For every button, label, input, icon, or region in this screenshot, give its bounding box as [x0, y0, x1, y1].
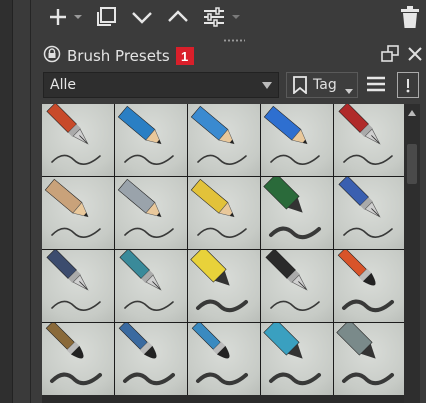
preset-thumbnail[interactable]: [188, 104, 260, 176]
chevron-down-icon: [345, 89, 353, 94]
select-value: Alle: [50, 77, 76, 93]
preset-thumbnail[interactable]: [334, 177, 404, 249]
preset-thumbnail[interactable]: [261, 177, 333, 249]
preset-thumbnail[interactable]: [188, 323, 260, 395]
hamburger-menu-icon[interactable]: [365, 74, 387, 98]
scroll-up-icon[interactable]: [408, 110, 416, 116]
preset-thumbnail[interactable]: [115, 104, 187, 176]
chevron-small-icon[interactable]: [229, 2, 243, 32]
preset-thumbnail[interactable]: [261, 323, 333, 395]
step-badge: 1: [175, 47, 194, 65]
panel-titlebar: Brush Presets 1: [43, 44, 426, 68]
preset-thumbnail[interactable]: [334, 323, 404, 395]
preset-thumbnail[interactable]: [42, 104, 114, 176]
view-mode-icon[interactable]: [397, 72, 419, 98]
preset-grid-viewport: [42, 104, 404, 403]
chevron-down-icon[interactable]: [127, 2, 157, 32]
trash-icon[interactable]: [395, 2, 425, 32]
copy-icon[interactable]: [91, 2, 121, 32]
tag-filter-select[interactable]: Alle: [43, 72, 279, 98]
panel-title: Brush Presets: [67, 47, 170, 65]
preset-thumbnail[interactable]: [115, 177, 187, 249]
preset-thumbnail[interactable]: [42, 323, 114, 395]
lock-icon[interactable]: [43, 45, 61, 67]
preset-thumbnail[interactable]: [334, 250, 404, 322]
preset-thumbnail[interactable]: [42, 250, 114, 322]
filter-row: Alle Tag: [43, 72, 426, 100]
close-icon[interactable]: [407, 46, 423, 66]
scroll-thumb[interactable]: [407, 144, 417, 184]
preset-thumbnail[interactable]: [42, 177, 114, 249]
chevron-small-icon[interactable]: [71, 2, 85, 32]
plus-icon[interactable]: [45, 2, 71, 32]
preset-scrollbar[interactable]: [404, 104, 420, 403]
left-dock-strip: [0, 0, 13, 403]
preset-thumbnail[interactable]: [261, 250, 333, 322]
float-icon[interactable]: [381, 45, 399, 67]
preset-thumbnail[interactable]: [261, 104, 333, 176]
drag-handle[interactable]: [223, 39, 245, 42]
sliders-icon[interactable]: [199, 2, 229, 32]
chevron-up-icon[interactable]: [163, 2, 193, 32]
tag-button[interactable]: Tag: [286, 72, 358, 98]
preset-thumbnail[interactable]: [188, 177, 260, 249]
bookmark-icon: [293, 76, 307, 94]
preset-grid: [42, 104, 404, 395]
chevron-down-icon: [262, 82, 272, 89]
preset-thumbnail[interactable]: [115, 250, 187, 322]
tag-label: Tag: [313, 77, 337, 93]
preset-toolbar: [43, 0, 426, 34]
preset-thumbnail[interactable]: [115, 323, 187, 395]
preset-thumbnail[interactable]: [334, 104, 404, 176]
preset-thumbnail[interactable]: [188, 250, 260, 322]
